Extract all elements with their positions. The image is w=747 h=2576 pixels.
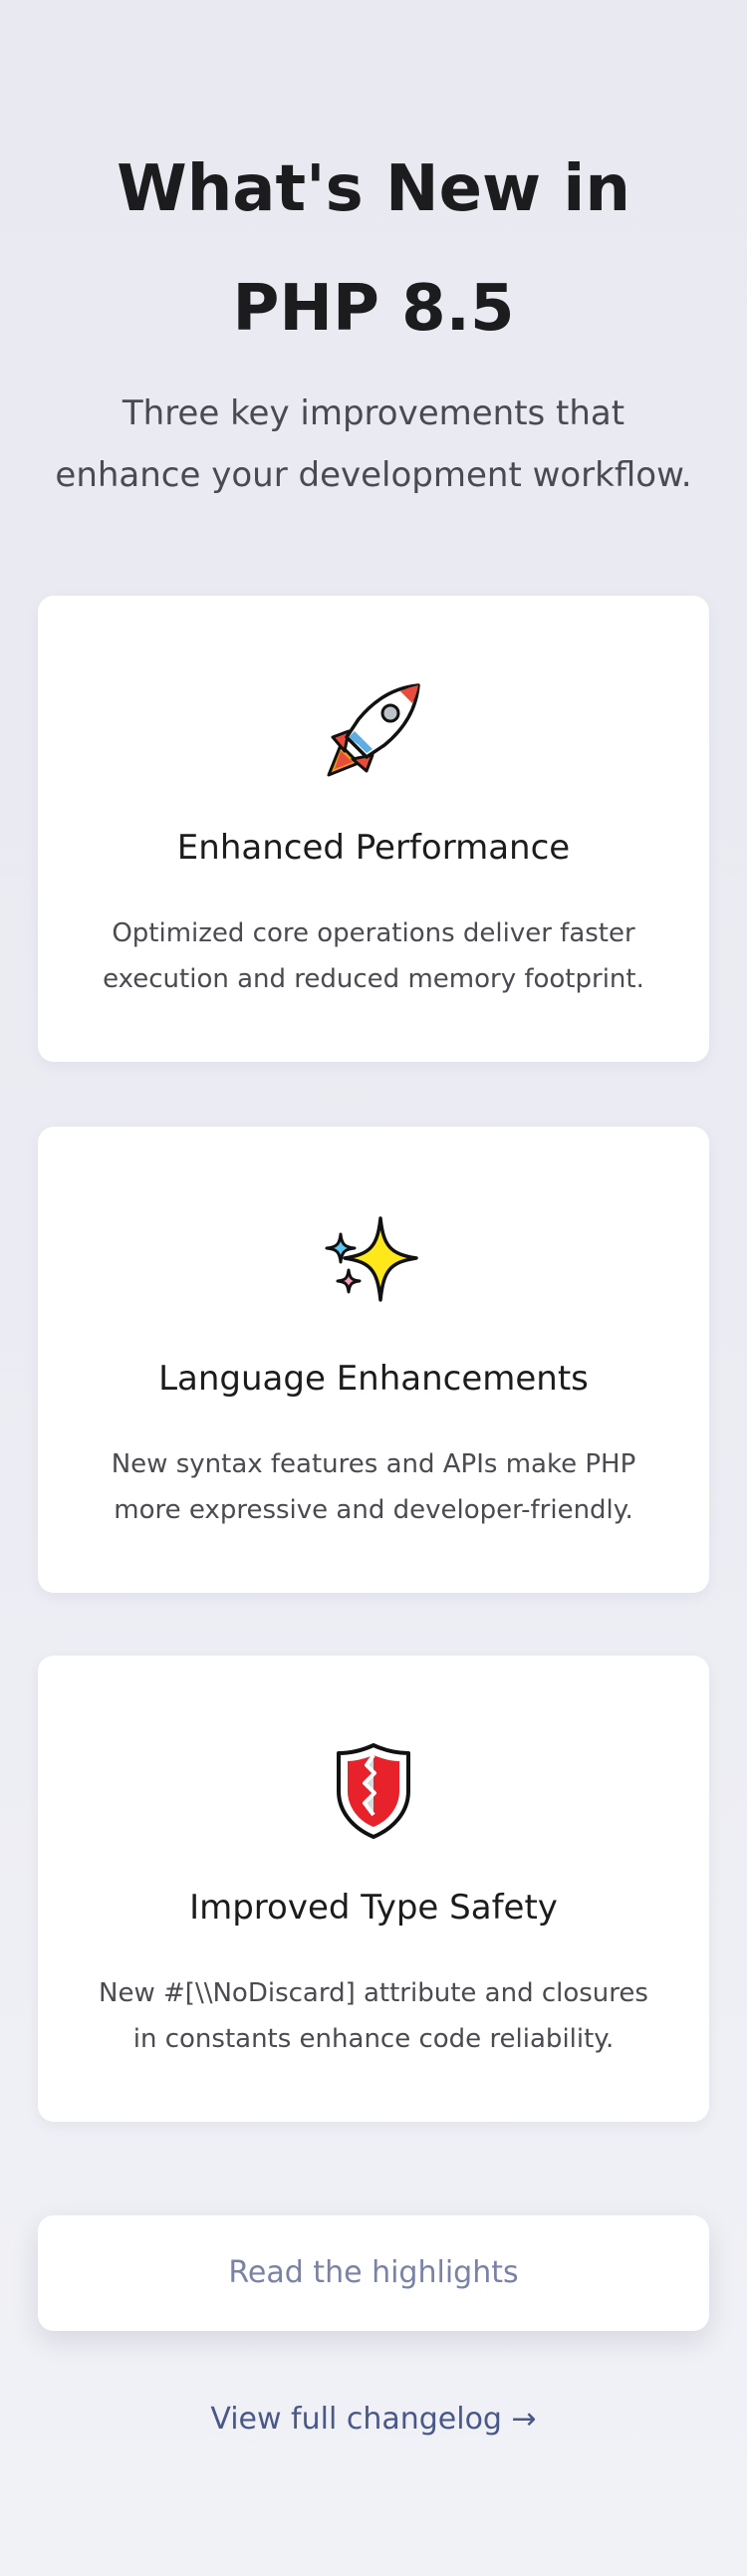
- rocket-icon: [319, 675, 428, 785]
- view-changelog-link[interactable]: View full changelog →: [100, 2395, 647, 2445]
- page: What's New in PHP 8.5 Three key improvem…: [0, 0, 747, 2576]
- feature-description: New syntax features and APIs make PHP mo…: [111, 1449, 636, 1525]
- feature-card-performance: Enhanced Performance Optimized core oper…: [38, 596, 709, 1062]
- feature-card-type-safety: Improved Type Safety New #[\\NoDiscard] …: [38, 1656, 709, 2122]
- feature-description: New #[\\NoDiscard] attribute and closure…: [99, 1978, 648, 2054]
- feature-card-language: Language Enhancements New syntax feature…: [38, 1127, 709, 1593]
- feature-title: Language Enhancements: [158, 1359, 589, 1399]
- read-highlights-button[interactable]: Read the highlights: [38, 2215, 709, 2331]
- shield-icon: [319, 1735, 428, 1845]
- feature-description: Optimized core operations deliver faster…: [103, 918, 644, 994]
- feature-title: Enhanced Performance: [176, 828, 571, 868]
- page-subtitle: Three key improvements that enhance your…: [55, 393, 692, 495]
- feature-title: Improved Type Safety: [189, 1888, 558, 1928]
- page-title: What's New in PHP 8.5: [117, 152, 630, 346]
- sparkles-icon: [319, 1206, 428, 1316]
